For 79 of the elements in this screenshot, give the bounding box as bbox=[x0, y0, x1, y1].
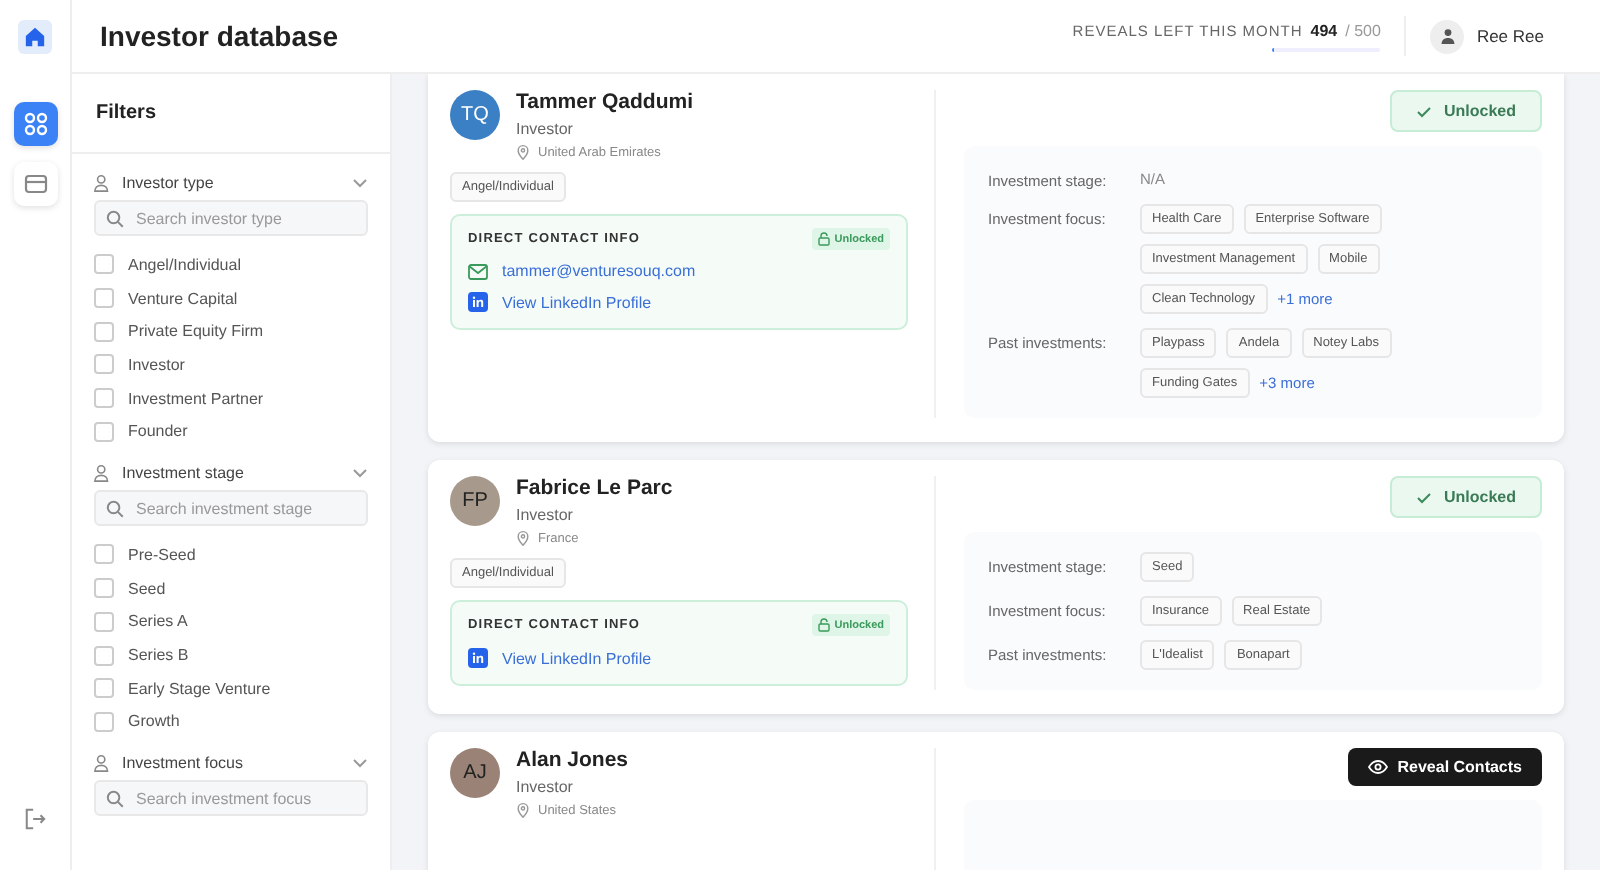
filters-title: Filters bbox=[72, 74, 390, 154]
email-link[interactable]: tammer@venturesouq.com bbox=[502, 262, 696, 280]
option-label[interactable]: Founder bbox=[128, 422, 188, 441]
grid-icon bbox=[23, 112, 47, 136]
option-label[interactable]: Early Stage Venture bbox=[128, 679, 271, 698]
unlocked-status-button[interactable]: Unlocked bbox=[1389, 476, 1542, 518]
option-label[interactable]: Series A bbox=[128, 612, 188, 631]
checkbox[interactable] bbox=[94, 611, 114, 632]
option-label[interactable]: Private Equity Firm bbox=[128, 322, 264, 341]
home-button[interactable] bbox=[18, 20, 52, 54]
nav-button[interactable] bbox=[13, 102, 57, 146]
option-label[interactable]: Seed bbox=[128, 579, 166, 598]
nav-button[interactable] bbox=[13, 162, 57, 206]
option-label[interactable]: Growth bbox=[128, 712, 180, 731]
user-avatar[interactable] bbox=[1430, 19, 1465, 53]
linkedin-icon bbox=[468, 648, 488, 668]
people-icon bbox=[94, 754, 112, 773]
location-pin-icon bbox=[516, 144, 530, 160]
search-field[interactable]: Search investment focus bbox=[94, 780, 368, 817]
check-icon bbox=[1415, 491, 1432, 503]
investor-name: Tammer Qaddumi bbox=[516, 90, 693, 114]
checkbox[interactable] bbox=[94, 254, 114, 275]
checkbox[interactable] bbox=[94, 354, 114, 375]
option-label[interactable]: Venture Capital bbox=[128, 289, 238, 308]
checkbox[interactable] bbox=[94, 321, 114, 342]
checkbox[interactable] bbox=[94, 645, 114, 666]
unlocked-status-button[interactable]: Unlocked bbox=[1389, 90, 1542, 132]
search-icon bbox=[106, 499, 124, 518]
linkedin-icon bbox=[468, 292, 488, 312]
search-field[interactable]: Search investor type bbox=[94, 200, 368, 236]
chevron-down-icon[interactable] bbox=[352, 178, 368, 188]
reveal-contacts-button[interactable]: Reveal Contacts bbox=[1347, 748, 1542, 786]
option-label[interactable]: Series B bbox=[128, 646, 189, 665]
person-icon bbox=[1439, 28, 1456, 44]
option-label[interactable]: Investor bbox=[128, 355, 185, 374]
home-icon bbox=[24, 26, 46, 48]
eye-icon bbox=[1367, 760, 1388, 774]
checkbox[interactable] bbox=[94, 711, 114, 732]
card-icon bbox=[23, 174, 47, 194]
investor-name: Fabrice Le Parc bbox=[516, 476, 673, 500]
location-pin-icon bbox=[516, 530, 530, 546]
search-icon bbox=[106, 789, 124, 808]
filter-group-title[interactable]: Investment stage bbox=[122, 464, 342, 483]
avatar: AJ bbox=[450, 748, 500, 798]
option-label[interactable]: Angel/Individual bbox=[128, 255, 241, 274]
checkbox[interactable] bbox=[94, 544, 114, 565]
user-name[interactable]: Ree Ree bbox=[1476, 26, 1544, 46]
checkbox[interactable] bbox=[94, 421, 114, 442]
avatar: FP bbox=[450, 476, 500, 526]
logout-icon[interactable] bbox=[24, 808, 46, 830]
filter-group-title[interactable]: Investor type bbox=[122, 174, 342, 192]
people-icon bbox=[94, 464, 112, 483]
chevron-down-icon[interactable] bbox=[352, 468, 368, 479]
reveals-total: / 500 bbox=[1345, 21, 1381, 39]
location-pin-icon bbox=[516, 802, 530, 818]
linkedin-link[interactable]: View LinkedIn Profile bbox=[502, 649, 652, 667]
filter-group-title[interactable]: Investment focus bbox=[122, 754, 342, 773]
page-title: Investor database bbox=[100, 20, 341, 52]
investor-role: Investor bbox=[516, 506, 575, 524]
people-icon bbox=[94, 174, 112, 192]
option-label[interactable]: Pre-Seed bbox=[128, 545, 196, 564]
lock-open-icon bbox=[818, 618, 831, 632]
investor-name: Alan Jones bbox=[516, 748, 629, 772]
checkbox[interactable] bbox=[94, 578, 114, 599]
option-label[interactable]: Investment Partner bbox=[128, 389, 264, 408]
checkbox[interactable] bbox=[94, 288, 114, 309]
investor-role: Investor bbox=[516, 120, 575, 138]
check-icon bbox=[1415, 105, 1432, 117]
reveals-count: 494 bbox=[1310, 21, 1338, 39]
search-icon bbox=[106, 209, 124, 227]
checkbox[interactable] bbox=[94, 678, 114, 699]
search-field[interactable]: Search investment stage bbox=[94, 490, 368, 527]
chevron-down-icon[interactable] bbox=[352, 758, 368, 769]
investor-role: Investor bbox=[516, 778, 575, 796]
checkbox[interactable] bbox=[94, 388, 114, 409]
avatar: TQ bbox=[450, 90, 500, 140]
lock-open-icon bbox=[818, 232, 831, 246]
linkedin-link[interactable]: View LinkedIn Profile bbox=[502, 293, 652, 311]
mail-icon bbox=[468, 263, 488, 279]
